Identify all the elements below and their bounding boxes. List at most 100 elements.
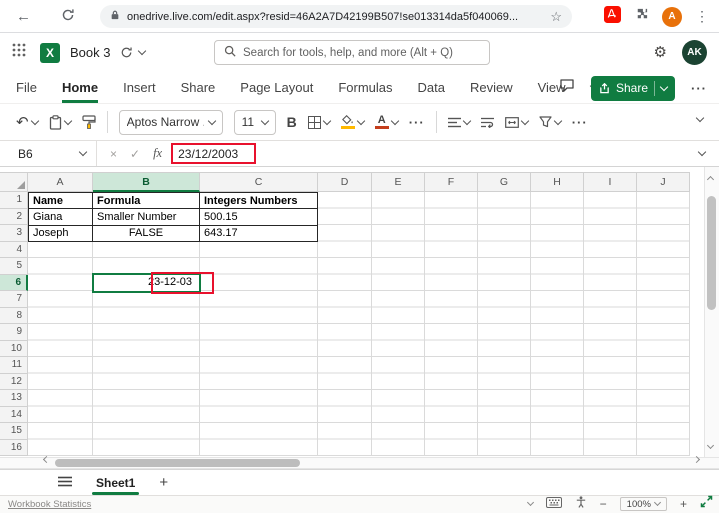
keyboard-shortcuts-icon[interactable] bbox=[545, 495, 562, 513]
alignment-button[interactable] bbox=[447, 116, 471, 128]
row-header-7[interactable]: 7 bbox=[0, 291, 28, 308]
column-header-b[interactable]: B bbox=[93, 172, 200, 192]
browser-profile-avatar[interactable]: A bbox=[662, 6, 682, 27]
row-header-16[interactable]: 16 bbox=[0, 439, 28, 456]
cell-b2[interactable]: Smaller Number bbox=[93, 209, 200, 226]
cell-a2[interactable]: Giana bbox=[28, 209, 93, 226]
undo-button[interactable]: ↶ bbox=[16, 113, 39, 131]
column-header-i[interactable]: I bbox=[584, 172, 637, 192]
insert-function-icon[interactable]: fx bbox=[153, 146, 162, 161]
cell-b1[interactable]: Formula bbox=[93, 192, 200, 209]
row-header-11[interactable]: 11 bbox=[0, 357, 28, 374]
select-all-corner[interactable] bbox=[0, 172, 28, 192]
row-header-6[interactable]: 6 bbox=[0, 274, 28, 291]
row-header-4[interactable]: 4 bbox=[0, 241, 28, 258]
acrobat-extension-icon[interactable] bbox=[604, 5, 621, 28]
app-launcher-icon[interactable] bbox=[12, 43, 26, 62]
horizontal-scrollbar-thumb[interactable] bbox=[55, 459, 300, 467]
cancel-icon[interactable]: × bbox=[110, 147, 117, 161]
column-header-j[interactable]: J bbox=[637, 172, 690, 192]
name-box-chevron-icon[interactable] bbox=[78, 147, 88, 157]
vertical-scrollbar-thumb[interactable] bbox=[707, 196, 716, 310]
excel-logo[interactable]: X bbox=[40, 42, 60, 63]
tab-data[interactable]: Data bbox=[418, 72, 445, 103]
row-header-12[interactable]: 12 bbox=[0, 373, 28, 390]
tab-insert[interactable]: Insert bbox=[123, 72, 156, 103]
row-header-14[interactable]: 14 bbox=[0, 406, 28, 423]
tab-review[interactable]: Review bbox=[470, 72, 513, 103]
format-painter-button[interactable] bbox=[81, 115, 96, 129]
column-header-d[interactable]: D bbox=[318, 172, 372, 192]
zoom-in-button[interactable]: + bbox=[680, 498, 687, 510]
tab-formulas[interactable]: Formulas bbox=[338, 72, 392, 103]
font-size-combo[interactable]: 11 bbox=[233, 109, 276, 135]
cell-a1[interactable]: Name bbox=[28, 192, 93, 209]
accessibility-icon[interactable] bbox=[575, 495, 587, 513]
all-sheets-menu-icon[interactable] bbox=[58, 474, 72, 492]
zoom-level-button[interactable]: 100% bbox=[619, 497, 667, 511]
tab-page-layout[interactable]: Page Layout bbox=[240, 72, 313, 103]
cell-b3[interactable]: FALSE bbox=[93, 225, 200, 242]
row-header-10[interactable]: 10 bbox=[0, 340, 28, 357]
zoom-out-button[interactable]: − bbox=[600, 498, 607, 510]
address-bar[interactable]: onedrive.live.com/edit.aspx?resid=46A2A7… bbox=[100, 5, 572, 28]
column-header-f[interactable]: F bbox=[425, 172, 478, 192]
title-chevron-icon[interactable] bbox=[138, 46, 147, 56]
save-status[interactable] bbox=[120, 46, 147, 59]
tab-file[interactable]: File bbox=[16, 72, 37, 103]
back-icon[interactable]: ← bbox=[16, 9, 31, 24]
tab-home[interactable]: Home bbox=[61, 72, 99, 103]
bookmark-star-icon[interactable]: ☆ bbox=[550, 9, 562, 25]
column-header-e[interactable]: E bbox=[372, 172, 425, 192]
merge-center-button[interactable] bbox=[504, 116, 529, 128]
tab-share[interactable]: Share bbox=[181, 72, 216, 103]
row-header-13[interactable]: 13 bbox=[0, 390, 28, 407]
bold-button[interactable]: B bbox=[287, 114, 297, 130]
sort-filter-button[interactable] bbox=[539, 116, 562, 128]
more-font-options-icon[interactable]: ··· bbox=[409, 115, 425, 130]
cell-c3[interactable]: 643.17 bbox=[200, 225, 318, 242]
enter-icon[interactable]: ✓ bbox=[130, 147, 140, 161]
font-color-button[interactable]: A bbox=[374, 115, 399, 129]
account-avatar[interactable]: AK bbox=[682, 40, 707, 65]
cell-a3[interactable]: Joseph bbox=[28, 225, 93, 242]
column-header-a[interactable]: A bbox=[28, 172, 93, 192]
column-header-c[interactable]: C bbox=[200, 172, 318, 192]
wrap-text-button[interactable] bbox=[480, 117, 494, 128]
cell-c1[interactable]: Integers Numbers bbox=[200, 192, 318, 209]
comments-icon[interactable] bbox=[559, 78, 575, 98]
settings-gear-icon[interactable]: ⚙ bbox=[654, 43, 667, 61]
sheet-tab-sheet1[interactable]: Sheet1 bbox=[88, 470, 143, 495]
site-info-icon[interactable] bbox=[110, 8, 120, 26]
workbook-statistics-link[interactable]: Workbook Statistics bbox=[8, 499, 91, 510]
row-header-15[interactable]: 15 bbox=[0, 423, 28, 440]
name-box[interactable]: B6 bbox=[0, 147, 96, 161]
paste-button[interactable] bbox=[49, 114, 72, 130]
refresh-icon[interactable] bbox=[61, 8, 75, 25]
url-text[interactable]: onedrive.live.com/edit.aspx?resid=46A2A7… bbox=[127, 11, 543, 23]
row-header-9[interactable]: 9 bbox=[0, 324, 28, 341]
search-box[interactable]: Search for tools, help, and more (Alt + … bbox=[214, 40, 490, 65]
share-dropdown-chevron-icon[interactable] bbox=[659, 82, 669, 91]
browser-menu-icon[interactable]: ⋮ bbox=[695, 8, 709, 25]
column-header-h[interactable]: H bbox=[531, 172, 584, 192]
ribbon-more-icon[interactable]: ··· bbox=[691, 81, 707, 96]
toolbar-more-icon[interactable]: ··· bbox=[572, 115, 588, 130]
column-header-g[interactable]: G bbox=[478, 172, 531, 192]
font-name-combo[interactable]: Aptos Narrow ... bbox=[118, 109, 223, 135]
fill-color-button[interactable] bbox=[340, 115, 365, 129]
row-header-2[interactable]: 2 bbox=[0, 208, 28, 225]
row-header-1[interactable]: 1 bbox=[0, 192, 28, 209]
new-sheet-button[interactable]: + bbox=[159, 474, 168, 491]
row-header-3[interactable]: 3 bbox=[0, 225, 28, 242]
share-button[interactable]: Share bbox=[590, 75, 675, 101]
borders-button[interactable] bbox=[307, 115, 331, 129]
row-header-5[interactable]: 5 bbox=[0, 258, 28, 275]
cell-c2[interactable]: 500.15 bbox=[200, 209, 318, 226]
row-header-8[interactable]: 8 bbox=[0, 307, 28, 324]
formula-bar: B6 × ✓ fx 23/12/2003 bbox=[0, 141, 719, 167]
status-chevron-icon[interactable] bbox=[526, 498, 534, 507]
workbook-title[interactable]: Book 3 bbox=[70, 45, 110, 60]
fit-to-window-icon[interactable] bbox=[700, 495, 713, 513]
extensions-icon[interactable] bbox=[634, 7, 649, 27]
